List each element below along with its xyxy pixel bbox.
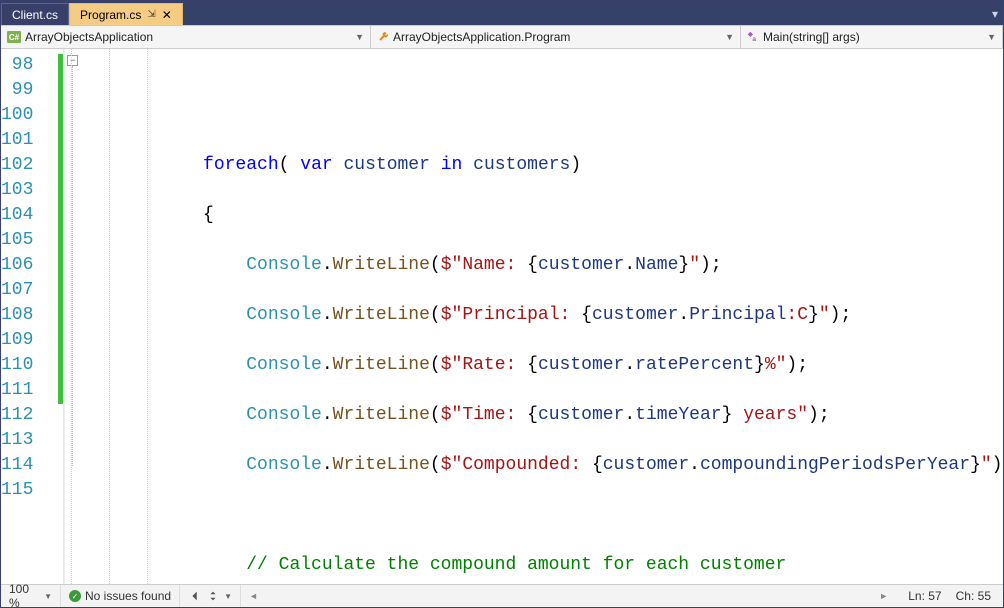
navigation-bar: C# ArrayObjectsApplication ▼ ArrayObject…: [1, 25, 1003, 49]
line-value: 57: [928, 589, 941, 603]
class-dropdown[interactable]: ArrayObjectsApplication.Program ▼: [371, 26, 741, 48]
char-value: 55: [978, 589, 991, 603]
tab-label: Client.cs: [12, 8, 58, 22]
class-label: ArrayObjectsApplication.Program: [393, 30, 570, 44]
chevron-down-icon: ▼: [44, 592, 52, 601]
tab-program[interactable]: Program.cs ⇲ ✕: [69, 3, 183, 25]
line-label: Ln:: [908, 589, 925, 603]
nav-left-icon: [188, 589, 202, 603]
pin-icon[interactable]: ⇲: [147, 9, 155, 20]
namespace-label: ArrayObjectsApplication: [25, 30, 153, 44]
tab-label: Program.cs: [80, 8, 141, 22]
tab-overflow-button[interactable]: ▾: [987, 3, 1003, 25]
tab-client[interactable]: Client.cs: [1, 3, 69, 25]
zoom-value: 100 %: [9, 582, 40, 608]
nav-up-down-icon: [206, 589, 220, 603]
class-icon: [377, 31, 389, 43]
chevron-down-icon: ▼: [224, 592, 232, 601]
csharp-icon: C#: [7, 31, 21, 43]
chevron-down-icon: ▼: [987, 32, 996, 42]
chevron-down-icon: ▼: [355, 32, 364, 42]
code-area[interactable]: foreach( var customer in customers) { Co…: [65, 49, 1003, 584]
method-icon: a: [747, 31, 759, 43]
issues-indicator[interactable]: ✓ No issues found: [61, 585, 180, 607]
char-label: Ch:: [956, 589, 975, 603]
namespace-dropdown[interactable]: C# ArrayObjectsApplication ▼: [1, 26, 371, 48]
issues-label: No issues found: [85, 589, 171, 603]
svg-text:a: a: [752, 36, 756, 43]
code-editor[interactable]: 9899100101102103104105106107108109110111…: [1, 49, 1003, 584]
member-dropdown[interactable]: a Main(string[] args) ▼: [741, 26, 1003, 48]
horizontal-scrollbar[interactable]: ◄ ►: [241, 585, 896, 607]
check-icon: ✓: [69, 590, 81, 602]
line-number-gutter: 9899100101102103104105106107108109110111…: [1, 49, 64, 584]
change-indicator: [58, 54, 63, 404]
status-bar: 100 % ▼ ✓ No issues found ▼ ◄ ► Ln: 57 C…: [1, 584, 1003, 607]
zoom-dropdown[interactable]: 100 % ▼: [1, 585, 61, 607]
close-icon[interactable]: ✕: [162, 9, 172, 21]
chevron-down-icon: ▼: [725, 32, 734, 42]
nav-arrows[interactable]: ▼: [180, 585, 241, 607]
tab-strip: Client.cs Program.cs ⇲ ✕ ▾: [1, 1, 1003, 25]
member-label: Main(string[] args): [763, 30, 860, 44]
